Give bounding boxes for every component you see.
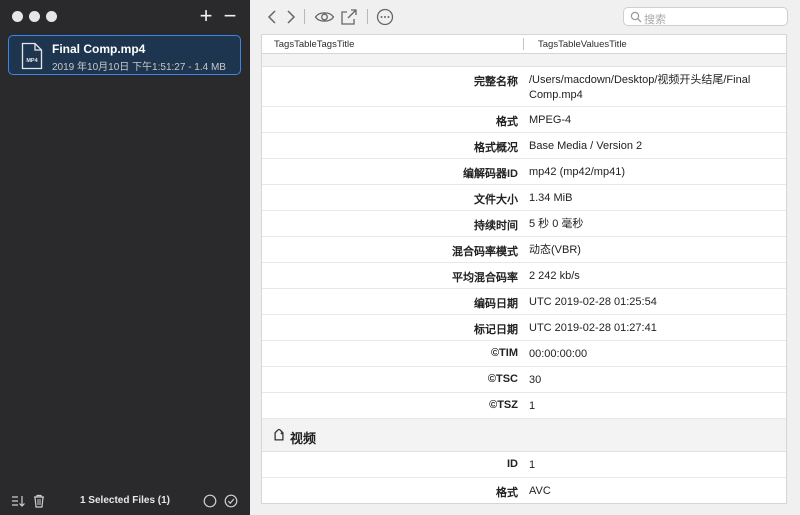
- tag-name: 编码日期: [474, 298, 518, 310]
- file-list-item[interactable]: MP4 Final Comp.mp4 2019 年10月10日 下午1:51:2…: [8, 35, 241, 75]
- table-row[interactable]: 编码日期 UTC 2019-02-28 01:25:54: [262, 289, 786, 315]
- tag-name: ©TSZ: [489, 399, 518, 411]
- tag-value: 00:00:00:00: [529, 348, 588, 360]
- circle-icon[interactable]: [203, 494, 217, 508]
- eye-icon[interactable]: [314, 8, 335, 26]
- table-header: TagsTableTagsTitle TagsTableValuesTitle: [262, 35, 786, 54]
- more-options-icon[interactable]: [376, 8, 394, 26]
- tag-name: 标记日期: [474, 324, 518, 336]
- tag-value: MPEG-4: [529, 114, 572, 126]
- tag-name: 格式: [496, 487, 518, 499]
- tag-value: 动态(VBR): [529, 244, 581, 256]
- file-meta: 2019 年10月10日 下午1:51:27 - 1.4 MB: [52, 62, 226, 73]
- table-row[interactable]: 格式概况 Base Media / Version 2: [262, 133, 786, 159]
- table-row[interactable]: 编解码器ID mp42 (mp42/mp41): [262, 159, 786, 185]
- tag-name: 文件大小: [474, 194, 518, 206]
- tags-table: TagsTableTagsTitle TagsTableValuesTitle …: [261, 34, 787, 504]
- tag-name: ©TSC: [487, 373, 518, 385]
- table-row[interactable]: 完整名称/Users/macdown/Desktop/视频开头结尾/Final …: [262, 67, 786, 107]
- table-rows: 完整名称/Users/macdown/Desktop/视频开头结尾/Final …: [262, 67, 786, 503]
- tag-value: /Users/macdown/Desktop/视频开头结尾/Final Comp…: [529, 74, 751, 101]
- tag-name: ©TIM: [490, 347, 518, 359]
- tag-name: 编解码器ID: [463, 168, 518, 180]
- share-icon[interactable]: [340, 8, 358, 26]
- table-row[interactable]: ID 1: [262, 452, 786, 478]
- tag-name: 混合码率模式: [452, 246, 518, 258]
- forward-chevron-icon[interactable]: [281, 8, 299, 26]
- column-header-tags[interactable]: TagsTableTagsTitle: [274, 39, 354, 50]
- toolbar: 搜索: [250, 0, 800, 34]
- tag-value: 2 242 kb/s: [529, 270, 580, 282]
- video-rows: ID 1 格式 AVC: [262, 452, 786, 503]
- remove-file-button[interactable]: −: [222, 4, 238, 28]
- sidebar-footer: 1 Selected Files (1): [0, 487, 250, 515]
- column-divider[interactable]: [523, 38, 524, 50]
- tag-name: ID: [507, 458, 518, 470]
- column-header-values[interactable]: TagsTableValuesTitle: [538, 39, 627, 50]
- mp4-file-icon: MP4: [21, 42, 43, 70]
- tag-value: Base Media / Version 2: [529, 140, 643, 152]
- table-row[interactable]: 文件大小 1.34 MiB: [262, 185, 786, 211]
- tag-name: 格式: [496, 116, 518, 128]
- tag-name: 格式概况: [474, 142, 518, 154]
- tag-value: 1: [529, 400, 536, 412]
- app-window: + − MP4 Final Comp.mp4 2019 年10月10日 下午1:…: [0, 0, 800, 515]
- search-field[interactable]: 搜索: [623, 7, 788, 26]
- tag-icon: [274, 429, 284, 441]
- tag-name: 完整名称: [474, 76, 518, 88]
- tag-name: 平均混合码率: [452, 272, 518, 284]
- table-row[interactable]: 平均混合码率 2 242 kb/s: [262, 263, 786, 289]
- minimize-window-button[interactable]: [29, 11, 40, 22]
- table-row[interactable]: 标记日期 UTC 2019-02-28 01:27:41: [262, 315, 786, 341]
- back-chevron-icon[interactable]: [264, 8, 282, 26]
- tag-value: 30: [529, 374, 542, 386]
- tag-value: mp42 (mp42/mp41): [529, 166, 625, 178]
- table-row[interactable]: ©TIM 00:00:00:00: [262, 341, 786, 367]
- file-name: Final Comp.mp4: [52, 42, 146, 56]
- table-row[interactable]: 格式 AVC: [262, 478, 786, 503]
- video-section-header: 视频: [262, 419, 786, 452]
- tag-value: 5 秒 0 毫秒: [529, 218, 584, 230]
- video-section-title: 视频: [290, 431, 317, 446]
- tag-value: AVC: [529, 485, 551, 497]
- table-row[interactable]: 持续时间 5 秒 0 毫秒: [262, 211, 786, 237]
- tag-value: 1.34 MiB: [529, 192, 573, 204]
- toolbar-divider: [367, 9, 368, 24]
- close-window-button[interactable]: [12, 11, 23, 22]
- search-placeholder: 搜索: [644, 14, 666, 26]
- toolbar-divider: [304, 9, 305, 24]
- tag-name: 持续时间: [474, 220, 518, 232]
- tag-value: 1: [529, 459, 536, 471]
- tag-value: UTC 2019-02-28 01:27:41: [529, 322, 657, 334]
- search-icon: [630, 11, 642, 23]
- checkmark-circle-icon[interactable]: [224, 494, 238, 508]
- sidebar-actions: + −: [198, 4, 238, 28]
- zoom-window-button[interactable]: [46, 11, 57, 22]
- file-badge: MP4: [26, 58, 38, 64]
- sidebar: + − MP4 Final Comp.mp4 2019 年10月10日 下午1:…: [0, 0, 250, 515]
- general-rows: 完整名称/Users/macdown/Desktop/视频开头结尾/Final …: [262, 67, 786, 419]
- table-row[interactable]: 混合码率模式 动态(VBR): [262, 237, 786, 263]
- table-row[interactable]: 格式 MPEG-4: [262, 107, 786, 133]
- window-controls: [12, 11, 57, 22]
- tag-value: UTC 2019-02-28 01:25:54: [529, 296, 657, 308]
- table-row[interactable]: ©TSZ 1: [262, 393, 786, 419]
- add-file-button[interactable]: +: [198, 4, 214, 28]
- table-row[interactable]: ©TSC 30: [262, 367, 786, 393]
